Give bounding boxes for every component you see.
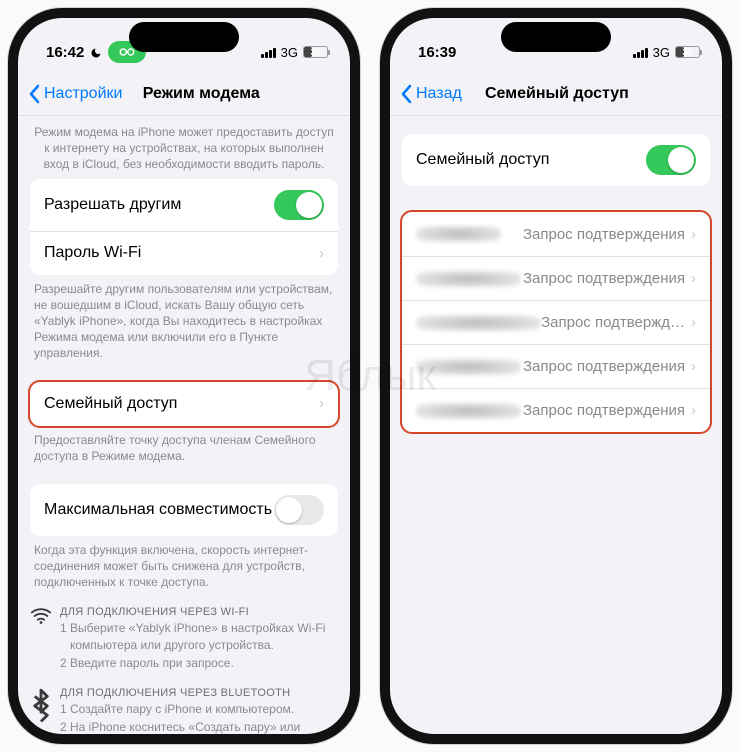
label: Максимальная совместимость [44, 501, 272, 519]
toggle-family-sharing[interactable] [646, 145, 696, 175]
block-title: ДЛЯ ПОДКЛЮЧЕНИЯ ЧЕРЕЗ BLUETOOTH [60, 687, 334, 699]
phone-left: 16:42 3G 35 Настройки Режим модема Режим… [8, 8, 360, 744]
network-label: 3G [281, 45, 298, 60]
member-name-redacted [416, 403, 521, 419]
row-max-compat[interactable]: Максимальная совместимость [30, 484, 338, 536]
chevron-right-icon: › [319, 395, 324, 412]
chevron-right-icon: › [691, 270, 696, 287]
member-status: Запрос подтверждения [523, 358, 685, 375]
chevron-right-icon: › [319, 245, 324, 262]
bluetooth-icon [30, 687, 52, 730]
status-time: 16:42 [46, 44, 84, 61]
group-allow: Разрешать другим Пароль Wi-Fi › [30, 179, 338, 275]
member-row[interactable]: Запрос подтвержд… › [402, 300, 710, 344]
family-note: Предоставляйте точку доступа членам Семе… [18, 426, 350, 470]
step: 1 Создайте пару с iPhone и компьютером. [60, 701, 334, 717]
label: Пароль Wi-Fi [44, 244, 141, 262]
block-title: ДЛЯ ПОДКЛЮЧЕНИЯ ЧЕРЕЗ WI-FI [60, 606, 334, 618]
chevron-right-icon: › [691, 226, 696, 243]
signal-bars-icon [633, 47, 648, 58]
member-name-redacted [416, 226, 501, 242]
label: Семейный доступ [44, 395, 177, 413]
status-time: 16:39 [418, 44, 456, 61]
chevron-right-icon: › [691, 402, 696, 419]
page-title: Семейный доступ [402, 85, 712, 103]
member-status: Запрос подтверждения [523, 402, 685, 419]
step: 2 Введите пароль при запросе. [60, 655, 334, 671]
row-wifi-password[interactable]: Пароль Wi-Fi › [30, 231, 338, 275]
member-row[interactable]: Запрос подтверждения › [402, 344, 710, 388]
group-compat: Максимальная совместимость [30, 484, 338, 536]
screen-left: 16:42 3G 35 Настройки Режим модема Режим… [18, 18, 350, 734]
battery-icon: 36 [675, 46, 700, 58]
member-row[interactable]: Запрос подтверждения › [402, 212, 710, 256]
compat-note: Когда эта функция включена, скорость инт… [18, 536, 350, 597]
member-status: Запрос подтвержд… [541, 314, 685, 331]
row-allow-others[interactable]: Разрешать другим [30, 179, 338, 231]
wifi-icon [30, 606, 52, 629]
group-members: Запрос подтверждения › Запрос подтвержден… [402, 212, 710, 432]
network-label: 3G [653, 45, 670, 60]
allow-note: Разрешайте другим пользователям или устр… [18, 275, 350, 368]
row-family-sharing[interactable]: Семейный доступ › [30, 382, 338, 426]
battery-icon: 35 [303, 46, 328, 58]
row-family-sharing[interactable]: Семейный доступ [402, 134, 710, 186]
page-title: Режим модема [62, 85, 340, 103]
group-family-sharing: Семейный доступ › [30, 382, 338, 426]
dynamic-island [501, 22, 611, 52]
member-status: Запрос подтверждения [523, 270, 685, 287]
member-row[interactable]: Запрос подтверждения › [402, 388, 710, 432]
toggle-allow-others[interactable] [274, 190, 324, 220]
chevron-right-icon: › [691, 314, 696, 331]
member-row[interactable]: Запрос подтверждения › [402, 256, 710, 300]
member-name-redacted [416, 271, 521, 287]
wifi-instructions: ДЛЯ ПОДКЛЮЧЕНИЯ ЧЕРЕЗ WI-FI 1 Выберите «… [18, 596, 350, 677]
signal-bars-icon [261, 47, 276, 58]
screen-right: 16:39 3G 36 Назад Семейный доступ Семейн… [390, 18, 722, 734]
content[interactable]: Режим модема на iPhone может предоставит… [18, 116, 350, 734]
dynamic-island [129, 22, 239, 52]
step: 2 На iPhone коснитесь «Создать пару» или… [60, 719, 334, 734]
content[interactable]: Семейный доступ Запрос подтверждения › За… [390, 116, 722, 452]
label: Семейный доступ [416, 151, 549, 169]
bt-instructions: ДЛЯ ПОДКЛЮЧЕНИЯ ЧЕРЕЗ BLUETOOTH 1 Создай… [18, 677, 350, 734]
label: Разрешать другим [44, 196, 181, 214]
group-family-toggle: Семейный доступ [402, 134, 710, 186]
phone-right: 16:39 3G 36 Назад Семейный доступ Семейн… [380, 8, 732, 744]
intro-note: Режим модема на iPhone может предоставит… [18, 116, 350, 179]
member-name-redacted [416, 359, 521, 375]
chevron-right-icon: › [691, 358, 696, 375]
member-status: Запрос подтверждения [523, 226, 685, 243]
toggle-max-compat[interactable] [274, 495, 324, 525]
member-name-redacted [416, 315, 541, 331]
nav-bar: Настройки Режим модема [18, 72, 350, 116]
nav-bar: Назад Семейный доступ [390, 72, 722, 116]
step: 1 Выберите «Yablyk iPhone» в настройках … [60, 620, 334, 652]
do-not-disturb-icon [90, 46, 102, 58]
